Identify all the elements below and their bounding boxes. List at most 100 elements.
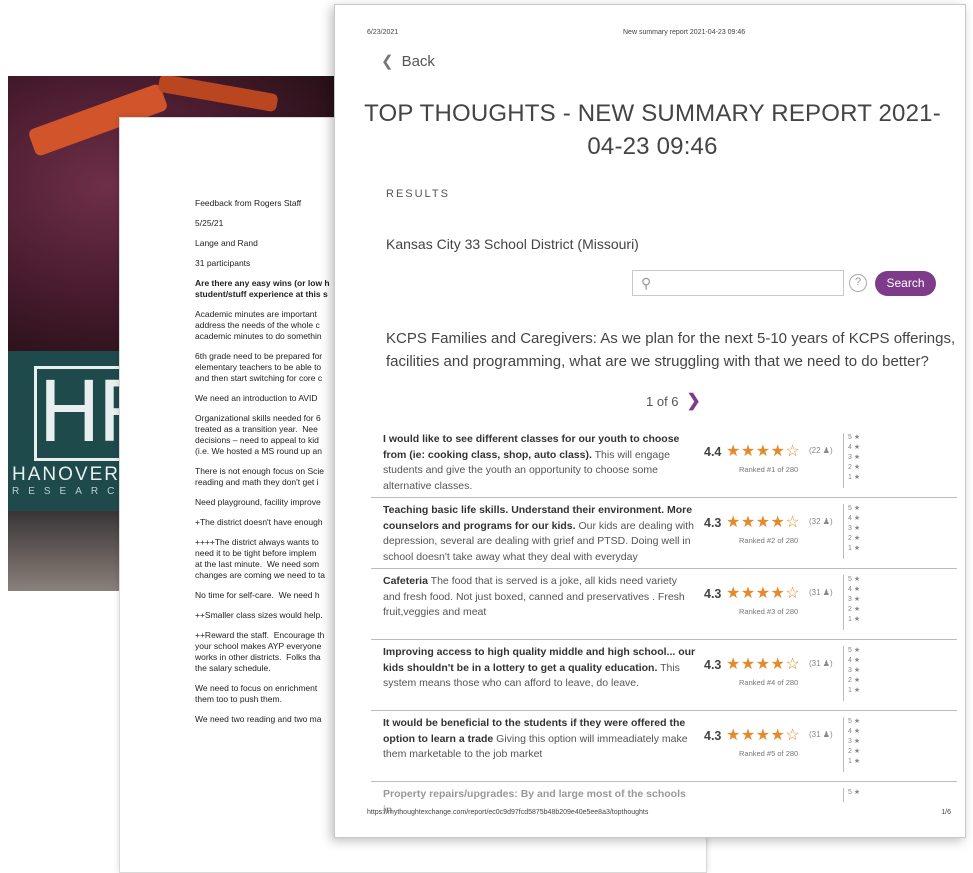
rating-level: 3 ★ bbox=[848, 596, 861, 603]
star-rating: ★★★★☆ bbox=[726, 512, 800, 532]
thought-score: 4.3 bbox=[704, 729, 722, 743]
rating-level: 5 ★ bbox=[848, 718, 861, 725]
star-filled-icon: ★ bbox=[726, 585, 741, 602]
memo-paragraph: 5/25/21 bbox=[195, 218, 224, 228]
thought-rank: Ranked #4 of 280 bbox=[739, 678, 799, 687]
district-name: Kansas City 33 School District (Missouri… bbox=[386, 236, 639, 252]
star-filled-icon: ★ bbox=[755, 443, 771, 460]
rating-level: 4 ★ bbox=[848, 728, 861, 735]
star-filled-icon: ★ bbox=[770, 514, 786, 531]
thought-row[interactable]: Property repairs/upgrades: By and large … bbox=[371, 782, 957, 822]
thought-text: It would be beneficial to the students i… bbox=[383, 716, 696, 763]
help-icon[interactable]: ? bbox=[849, 274, 867, 292]
rating-level: 3 ★ bbox=[848, 667, 861, 674]
memo-paragraph: Organizational skills needed for 6 treat… bbox=[195, 413, 322, 456]
print-date: 6/23/2021 bbox=[367, 29, 399, 36]
memo-paragraph: 31 participants bbox=[195, 258, 251, 268]
star-empty-icon: ☆ bbox=[785, 585, 801, 602]
rating-level: 5 ★ bbox=[848, 505, 861, 512]
star-rating: ★★★★☆ bbox=[726, 441, 800, 461]
star-empty-icon: ☆ bbox=[785, 443, 801, 460]
star-filled-icon: ★ bbox=[726, 514, 741, 531]
star-filled-icon: ★ bbox=[755, 656, 771, 673]
star-rating: ★★★★☆ bbox=[726, 725, 800, 745]
pagination: 1 of 6 ❯ bbox=[646, 391, 701, 411]
rating-distribution: 5 ★ 4 ★ 3 ★ 2 ★ 1 ★ bbox=[843, 433, 860, 488]
rating-level: 5 ★ bbox=[848, 647, 861, 654]
search-field[interactable]: ⚲ bbox=[632, 270, 844, 296]
star-filled-icon: ★ bbox=[740, 727, 756, 744]
rating-level: 4 ★ bbox=[848, 444, 861, 451]
rating-distribution: 5 ★ 4 ★ 3 ★ 2 ★ 1 ★ bbox=[843, 575, 860, 630]
memo-paragraph: Academic minutes are important address t… bbox=[195, 309, 322, 341]
star-empty-icon: ☆ bbox=[785, 727, 801, 744]
rating-level: 1 ★ bbox=[848, 758, 861, 765]
rating-distribution: 5 ★ 4 ★ 3 ★ 2 ★ 1 ★ bbox=[843, 504, 860, 559]
thought-text: Teaching basic life skills. Understand t… bbox=[383, 503, 696, 565]
print-footer-page: 1/6 bbox=[941, 809, 951, 816]
thought-detail: The food that is served is a joke, all k… bbox=[383, 575, 685, 618]
rating-level: 2 ★ bbox=[848, 464, 861, 471]
memo-paragraph: We need to focus on enrichment them too … bbox=[195, 683, 318, 704]
rating-level: 4 ★ bbox=[848, 586, 861, 593]
memo-paragraph: +The district doesn't have enough bbox=[195, 517, 323, 527]
summary-report-page: 6/23/2021 New summary report 2021-04-23 … bbox=[334, 4, 966, 838]
rating-distribution: 5 ★ 4 ★ 3 ★ 2 ★ 1 ★ bbox=[843, 646, 860, 701]
chevron-right-icon[interactable]: ❯ bbox=[687, 391, 701, 411]
thought-rank: Ranked #3 of 280 bbox=[739, 607, 799, 616]
search-input[interactable] bbox=[661, 273, 841, 293]
rating-level: 2 ★ bbox=[848, 535, 861, 542]
thought-row[interactable]: Teaching basic life skills. Understand t… bbox=[371, 498, 957, 569]
star-filled-icon: ★ bbox=[770, 656, 786, 673]
thought-text: I would like to see different classes fo… bbox=[383, 432, 696, 494]
thought-row[interactable]: Improving access to high quality middle … bbox=[371, 640, 957, 711]
memo-paragraph: Lange and Rand bbox=[195, 238, 258, 248]
memo-paragraph: Feedback from Rogers Staff bbox=[195, 198, 302, 208]
rating-level: 5 ★ bbox=[848, 576, 861, 583]
hanover-logo-name: HANOVER bbox=[12, 464, 120, 485]
rating-level: 2 ★ bbox=[848, 677, 861, 684]
star-rating: ★★★★☆ bbox=[726, 654, 800, 674]
page-title: TOP THOUGHTS - NEW SUMMARY REPORT 2021-0… bbox=[364, 100, 941, 160]
memo-paragraph: Are there any easy wins (or low h studen… bbox=[195, 278, 330, 299]
star-filled-icon: ★ bbox=[726, 727, 741, 744]
question-text: KCPS Families and Caregivers: As we plan… bbox=[386, 330, 956, 370]
rating-distribution: 5 ★ bbox=[843, 788, 860, 802]
memo-paragraph: ++++The district always wants to need it… bbox=[195, 537, 325, 580]
star-filled-icon: ★ bbox=[770, 585, 786, 602]
thought-row[interactable]: It would be beneficial to the students i… bbox=[371, 711, 957, 782]
page-indicator: 1 of 6 bbox=[646, 393, 679, 409]
star-filled-icon: ★ bbox=[740, 443, 756, 460]
thought-rank: Ranked #5 of 280 bbox=[739, 749, 799, 758]
rating-level: 3 ★ bbox=[848, 738, 861, 745]
print-footer-url: https://mythoughtexchange.com/report/ec0… bbox=[367, 809, 649, 816]
results-heading: RESULTS bbox=[386, 188, 450, 200]
search-icon: ⚲ bbox=[641, 275, 652, 291]
rating-level: 1 ★ bbox=[848, 687, 861, 694]
memo-paragraph: 6th grade need to be prepared for elemen… bbox=[195, 351, 323, 383]
star-filled-icon: ★ bbox=[770, 443, 786, 460]
thought-row[interactable]: I would like to see different classes fo… bbox=[371, 427, 957, 498]
back-link[interactable]: ❮ Back bbox=[381, 52, 435, 71]
thought-row[interactable]: Cafeteria The food that is served is a j… bbox=[371, 569, 957, 640]
memo-paragraph: No time for self-care. We need h bbox=[195, 590, 320, 600]
thoughts-list: I would like to see different classes fo… bbox=[371, 427, 957, 822]
thought-text: Improving access to high quality middle … bbox=[383, 645, 696, 692]
memo-paragraph: We need an introduction to AVID bbox=[195, 393, 318, 403]
memo-paragraph: There is not enough focus on Scie readin… bbox=[195, 466, 324, 487]
rating-level: 3 ★ bbox=[848, 525, 861, 532]
memo-paragraph: ++Reward the staff. Encourage th your sc… bbox=[195, 630, 325, 673]
star-filled-icon: ★ bbox=[755, 514, 771, 531]
search-button[interactable]: Search bbox=[875, 271, 936, 296]
star-filled-icon: ★ bbox=[755, 727, 771, 744]
thought-rank: Ranked #2 of 280 bbox=[739, 536, 799, 545]
memo-paragraph: We need two reading and two ma bbox=[195, 714, 322, 724]
thought-score: 4.4 bbox=[704, 445, 722, 459]
star-filled-icon: ★ bbox=[740, 514, 756, 531]
star-filled-icon: ★ bbox=[755, 585, 771, 602]
participant-count: (31 ♟) bbox=[809, 588, 833, 597]
memo-paragraph: ++Smaller class sizes would help. bbox=[195, 610, 323, 620]
back-label: Back bbox=[401, 52, 435, 70]
thought-text: Cafeteria The food that is served is a j… bbox=[383, 574, 696, 621]
rating-level: 5 ★ bbox=[848, 434, 861, 441]
